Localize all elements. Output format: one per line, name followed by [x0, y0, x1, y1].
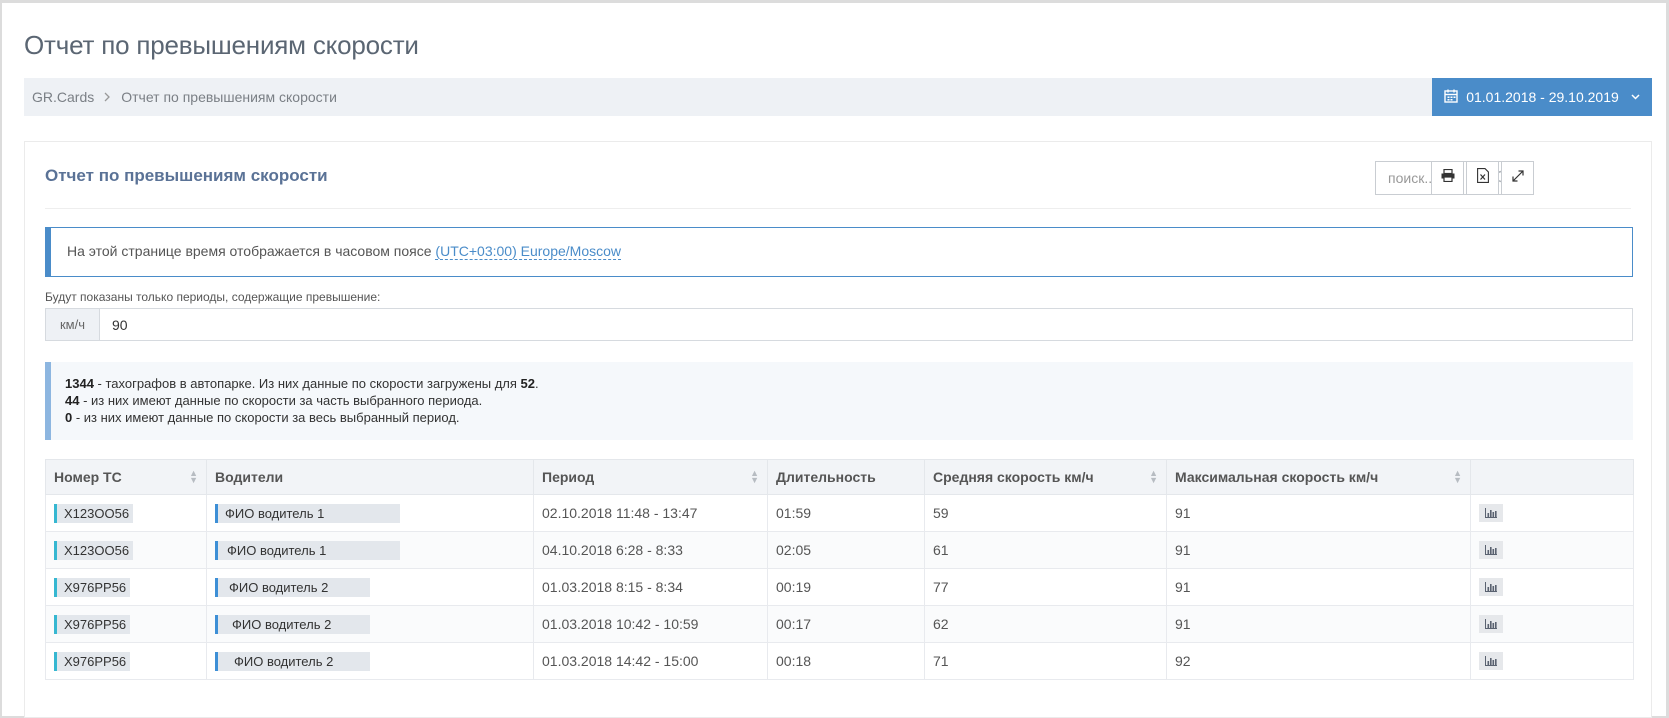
page-title: Отчет по превышениям скорости: [24, 30, 419, 60]
stats-line-3: 0 - из них имеют данные по скорости за в…: [65, 410, 460, 425]
column-header-max-speed[interactable]: Максимальная скорость км/ч ▲ ▼: [1166, 459, 1471, 495]
period-cell: 01.03.2018 10:42 - 10:59: [533, 605, 768, 643]
avg-speed-cell: 61: [924, 531, 1167, 569]
period-cell: 01.03.2018 14:42 - 15:00: [533, 642, 768, 680]
max-speed-cell: 91: [1166, 568, 1471, 606]
speed-filter-label: Будут показаны только периоды, содержащи…: [45, 290, 381, 304]
duration-cell: 01:59: [767, 494, 925, 532]
driver-name: ФИО водитель 1: [215, 540, 400, 560]
date-range-button[interactable]: 01.01.2018 - 29.10.2019: [1432, 78, 1652, 116]
sort-icon: ▲ ▼: [1453, 468, 1462, 485]
breadcrumb-bar: GR.Cards Отчет по превышениям скорости 0…: [24, 78, 1652, 116]
chevron-down-icon: [1631, 92, 1640, 103]
max-speed-cell: 92: [1166, 642, 1471, 680]
breadcrumb-home-link[interactable]: GR.Cards: [32, 89, 94, 105]
max-speed-cell: 91: [1166, 494, 1471, 532]
driver-name: ФИО водитель 2: [215, 577, 370, 597]
plate-number: X976PP56: [54, 651, 131, 671]
timezone-link[interactable]: (UTC+03:00) Europe/Moscow: [435, 243, 621, 260]
plate-number: X976PP56: [54, 614, 131, 634]
speed-report-table: Номер ТС ▲ ▼ Водители Период ▲ ▼ Длительност…: [45, 459, 1634, 680]
sort-icon: ▲ ▼: [189, 468, 198, 485]
max-speed-cell: 91: [1166, 605, 1471, 643]
bar-chart-icon[interactable]: [1479, 541, 1503, 559]
breadcrumb-current: Отчет по превышениям скорости: [121, 89, 337, 105]
driver-name: ФИО водитель 2: [215, 651, 370, 671]
sort-icon: ▲ ▼: [1149, 468, 1158, 485]
report-panel: Отчет по превышениям скорости На этой ст…: [24, 141, 1652, 718]
column-header-drivers: Водители: [206, 459, 534, 495]
duration-cell: 00:19: [767, 568, 925, 606]
period-cell: 01.03.2018 8:15 - 8:34: [533, 568, 768, 606]
column-header-period[interactable]: Период ▲ ▼: [533, 459, 768, 495]
panel-title: Отчет по превышениям скорости: [45, 166, 328, 185]
stats-line-2: 44 - из них имеют данные по скорости за …: [65, 393, 483, 408]
calendar-icon: [1444, 89, 1458, 106]
plate-number: X123OO56: [54, 503, 134, 523]
avg-speed-cell: 71: [924, 642, 1167, 680]
plate-number: X123OO56: [54, 540, 134, 560]
duration-cell: 00:18: [767, 642, 925, 680]
breadcrumb: GR.Cards Отчет по превышениям скорости: [32, 89, 337, 105]
plate-number: X976PP56: [54, 577, 131, 597]
speed-threshold-input[interactable]: [100, 309, 1632, 340]
driver-name: ФИО водитель 2: [215, 614, 370, 634]
timezone-note: На этой странице время отображается в ча…: [45, 227, 1633, 277]
fullscreen-button[interactable]: [1501, 161, 1534, 195]
duration-cell: 00:17: [767, 605, 925, 643]
column-header-actions: [1470, 459, 1634, 495]
stats-line-1: 1344 - тахографов в автопарке. Из них да…: [65, 376, 539, 391]
excel-icon: [1476, 168, 1489, 188]
date-range-label: 01.01.2018 - 29.10.2019: [1466, 89, 1619, 105]
speed-unit-addon: км/ч: [46, 309, 100, 340]
timezone-note-text: На этой странице время отображается в ча…: [67, 243, 436, 259]
avg-speed-cell: 77: [924, 568, 1167, 606]
driver-name: ФИО водитель 1: [215, 503, 400, 523]
bar-chart-icon[interactable]: [1479, 504, 1503, 522]
column-header-duration: Длительность: [767, 459, 925, 495]
panel-divider: [45, 208, 1631, 209]
sort-icon: ▲ ▼: [750, 468, 759, 485]
fullscreen-icon: [1511, 169, 1524, 187]
table-row: X123OO56 ФИО водитель 1 04.10.2018 6:28 …: [45, 531, 1634, 569]
period-cell: 04.10.2018 6:28 - 8:33: [533, 531, 768, 569]
speed-filter-group: км/ч: [45, 308, 1633, 341]
column-header-avg-speed[interactable]: Средняя скорость км/ч ▲ ▼: [924, 459, 1167, 495]
avg-speed-cell: 62: [924, 605, 1167, 643]
bar-chart-icon[interactable]: [1479, 615, 1503, 633]
table-header-row: Номер ТС ▲ ▼ Водители Период ▲ ▼ Длительност…: [45, 459, 1634, 495]
stats-note: 1344 - тахографов в автопарке. Из них да…: [45, 362, 1633, 440]
max-speed-cell: 91: [1166, 531, 1471, 569]
table-row: X976PP56 ФИО водитель 2 01.03.2018 10:42…: [45, 605, 1634, 643]
column-header-plate[interactable]: Номер ТС ▲ ▼: [45, 459, 207, 495]
bar-chart-icon[interactable]: [1479, 578, 1503, 596]
print-button[interactable]: [1431, 161, 1464, 195]
breadcrumb-separator-icon: [104, 90, 111, 105]
print-icon: [1441, 168, 1455, 187]
period-cell: 02.10.2018 11:48 - 13:47: [533, 494, 768, 532]
table-row: X123OO56 ФИО водитель 1 02.10.2018 11:48…: [45, 494, 1634, 532]
export-excel-button[interactable]: [1466, 161, 1499, 195]
table-row: X976PP56 ФИО водитель 2 01.03.2018 8:15 …: [45, 568, 1634, 606]
bar-chart-icon[interactable]: [1479, 652, 1503, 670]
table-row: X976PP56 ФИО водитель 2 01.03.2018 14:42…: [45, 642, 1634, 680]
avg-speed-cell: 59: [924, 494, 1167, 532]
duration-cell: 02:05: [767, 531, 925, 569]
